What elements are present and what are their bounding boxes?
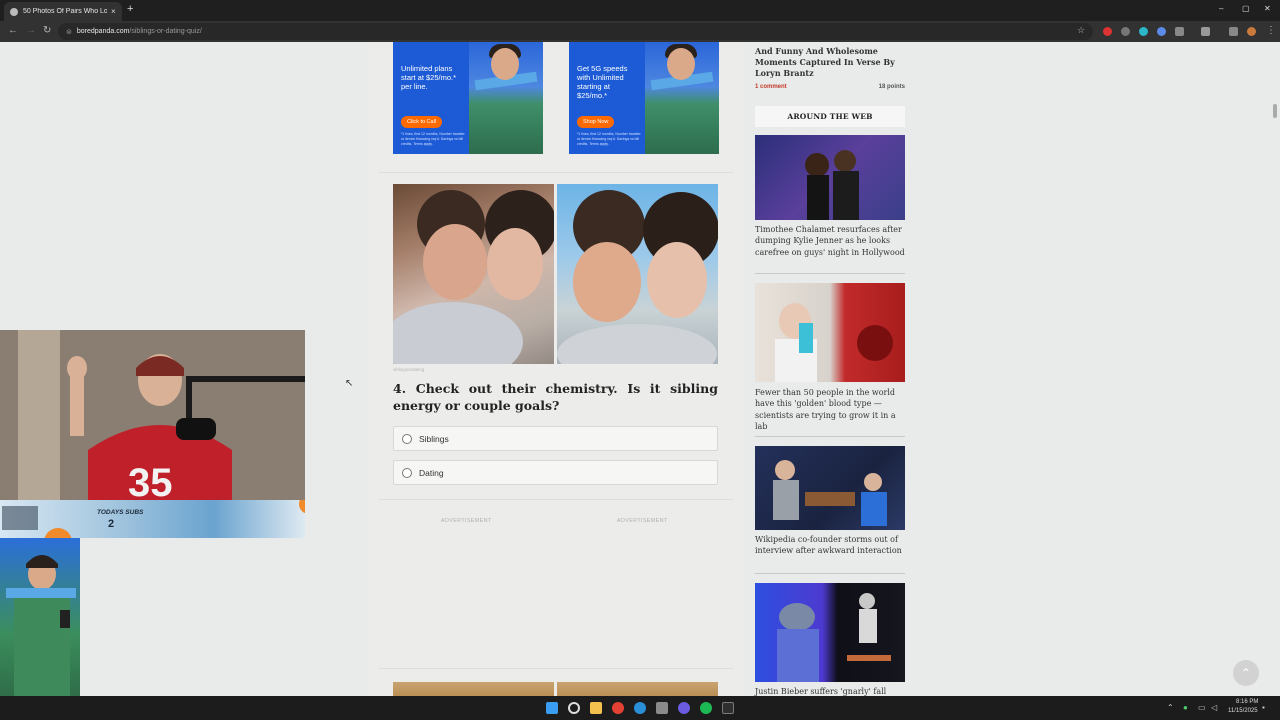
ad-text: Get 5G speeds with Unlimited starting at… — [577, 64, 628, 100]
quiz-option-siblings[interactable]: Siblings — [393, 426, 718, 451]
ad-cta-button[interactable]: Shop Now — [577, 116, 615, 128]
story-image[interactable] — [755, 446, 905, 530]
url-host: boredpanda.com — [76, 28, 130, 35]
volume-icon[interactable]: ◁ — [1211, 703, 1217, 712]
browser-tab-bar: 50 Photos Of Pairs Who Look Alike × + – … — [0, 0, 1280, 21]
tab-title: 50 Photos Of Pairs Who Look Alike — [23, 8, 107, 15]
browser-menu-icon[interactable]: ⋮ — [1266, 25, 1276, 36]
related-article-meta: 1 comment 18 points — [755, 84, 905, 90]
divider — [755, 273, 905, 274]
next-quiz-photo — [393, 682, 554, 696]
site-info-icon[interactable]: ⊜ — [66, 28, 72, 36]
chrome-icon[interactable] — [612, 702, 624, 714]
sidebar-toggle-icon[interactable] — [1201, 27, 1210, 36]
radio-button[interactable] — [402, 467, 412, 478]
quiz-option-dating[interactable]: Dating — [393, 460, 718, 485]
ad-banner[interactable]: Get 5G speeds with Unlimited starting at… — [569, 42, 719, 154]
ad-label: ADVERTISEMENT — [617, 518, 668, 524]
store-icon[interactable] — [656, 702, 668, 714]
url-path: /siblings-or-dating-quiz/ — [129, 28, 202, 35]
scrollbar-thumb[interactable] — [1273, 104, 1277, 118]
sidebar: And Funny And Wholesome Moments Captured… — [744, 42, 914, 696]
webcam-feed: 35 — [0, 330, 305, 502]
related-article-title[interactable]: And Funny And Wholesome Moments Captured… — [755, 46, 895, 79]
subs-count: 2 — [108, 518, 115, 530]
ad-banner[interactable]: Unlimited plans start at $25/mo.* per li… — [393, 42, 543, 154]
divider — [379, 499, 733, 500]
ad-label: ADVERTISEMENT — [441, 518, 492, 524]
media-controls-icon[interactable] — [1229, 27, 1238, 36]
picture-in-picture-video — [0, 538, 80, 696]
minimize-button[interactable]: – — [1219, 4, 1223, 13]
edge-icon[interactable] — [634, 702, 646, 714]
quiz-photo-left — [393, 184, 554, 364]
quiz-photo-right — [557, 184, 718, 364]
divider — [755, 436, 905, 437]
points-count: 18 points — [878, 84, 905, 90]
browser-tab[interactable]: 50 Photos Of Pairs Who Look Alike × — [4, 2, 122, 21]
story-title[interactable]: Fewer than 50 people in the world have t… — [755, 387, 907, 432]
spotify-icon[interactable] — [700, 702, 712, 714]
clock-date[interactable]: 11/15/2025 — [1228, 708, 1258, 714]
ad-photo — [469, 42, 543, 154]
extension-icon[interactable] — [1157, 27, 1166, 36]
new-tab-button[interactable]: + — [127, 3, 133, 15]
profile-avatar-icon[interactable] — [1247, 27, 1256, 36]
extension-icon[interactable] — [1121, 27, 1130, 36]
comment-count-link[interactable]: 1 comment — [755, 84, 787, 90]
extensions-puzzle-icon[interactable] — [1175, 27, 1184, 36]
divider — [755, 573, 905, 574]
back-arrow-icon[interactable]: ← — [8, 25, 18, 36]
start-menu-icon[interactable] — [546, 702, 558, 714]
ad-fine-print: *1 lines, first 12 months, Number transf… — [401, 132, 465, 146]
maximize-button[interactable]: ▢ — [1242, 4, 1250, 13]
around-the-web-heading: AROUND THE WEB — [755, 106, 905, 127]
next-quiz-photo — [557, 682, 718, 696]
photo-credit: siblingsordating — [393, 367, 425, 372]
scroll-to-top-button[interactable]: ⌃ — [1233, 660, 1259, 686]
search-icon[interactable] — [568, 702, 580, 714]
ad-photo — [645, 42, 719, 154]
windows-taskbar: ⌃ ● ▭ ◁ 8:16 PM 11/15/2025 ▪ — [0, 696, 1280, 720]
divider — [379, 668, 733, 669]
tray-overflow-icon[interactable]: ⌃ — [1167, 703, 1174, 712]
notifications-icon[interactable]: ▪ — [1262, 703, 1265, 712]
site-favicon-icon — [10, 7, 18, 16]
forward-arrow-icon[interactable]: → — [26, 25, 36, 36]
mouse-cursor-icon: ↖ — [345, 378, 354, 389]
ad-text: Unlimited plans start at $25/mo.* per li… — [401, 64, 457, 91]
story-image[interactable] — [755, 583, 905, 682]
discord-icon[interactable] — [678, 702, 690, 714]
story-image[interactable] — [755, 283, 905, 382]
app-icon[interactable] — [722, 702, 734, 714]
extension-icon[interactable] — [1139, 27, 1148, 36]
network-icon[interactable]: ▭ — [1198, 703, 1206, 712]
article-column: Unlimited plans start at $25/mo.* per li… — [368, 42, 744, 696]
reload-icon[interactable]: ↻ — [43, 25, 51, 36]
divider — [379, 172, 733, 173]
stream-overlay-banner — [0, 494, 319, 556]
clock-time[interactable]: 8:16 PM — [1236, 699, 1258, 705]
tab-close-icon[interactable]: × — [111, 7, 116, 16]
browser-toolbar: ← → ↻ ⊜ boredpanda.com /siblings-or-dati… — [0, 21, 1280, 42]
svg-text:35: 35 — [128, 461, 173, 502]
radio-button[interactable] — [402, 433, 412, 444]
quiz-question: 4. Check out their chemistry. Is it sibl… — [393, 381, 718, 413]
address-bar[interactable]: ⊜ boredpanda.com /siblings-or-dating-qui… — [58, 23, 1093, 40]
file-explorer-icon[interactable] — [590, 702, 602, 714]
extension-icon[interactable] — [1103, 27, 1112, 36]
story-title[interactable]: Wikipedia co-founder storms out of inter… — [755, 534, 907, 557]
story-image[interactable] — [755, 135, 905, 220]
ad-cta-button[interactable]: Click to Call — [401, 116, 443, 128]
subs-label: TODAYS SUBS — [97, 509, 144, 516]
story-title[interactable]: Timothee Chalamet resurfaces after dumpi… — [755, 224, 907, 258]
option-label: Siblings — [419, 433, 449, 444]
bookmark-star-icon[interactable]: ☆ — [1077, 25, 1085, 36]
ad-fine-print: *1 lines, first 12 months, Number transf… — [577, 132, 641, 146]
microphone-icon[interactable]: ● — [1183, 703, 1188, 712]
option-label: Dating — [419, 467, 444, 478]
close-window-button[interactable]: ✕ — [1264, 4, 1271, 13]
